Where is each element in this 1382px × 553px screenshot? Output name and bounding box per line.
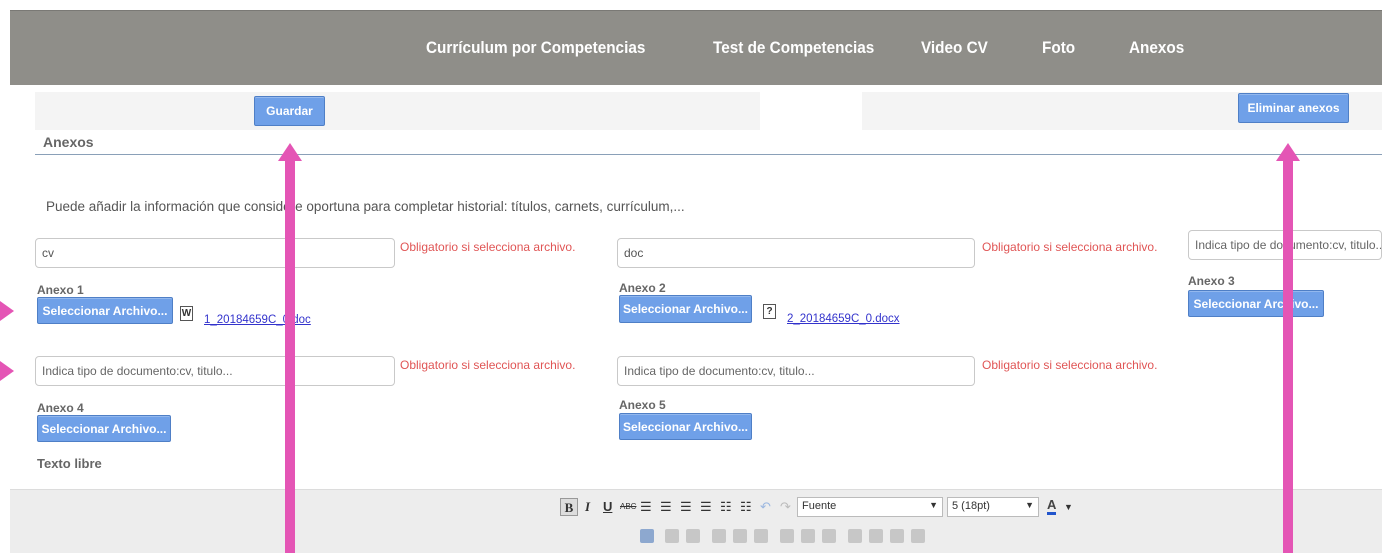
section-title: Anexos xyxy=(43,134,94,150)
annex-2-select-file-button[interactable]: Seleccionar Archivo... xyxy=(619,295,752,323)
arrow-up-icon xyxy=(1276,143,1300,161)
editor-toolbar xyxy=(10,489,1382,553)
arrow-right-icon xyxy=(0,361,14,381)
font-size-value: 5 (18pt) xyxy=(952,500,990,512)
filter-icon[interactable] xyxy=(822,529,836,543)
annex-4-select-file-button[interactable]: Seleccionar Archivo... xyxy=(37,415,171,442)
arrow-up-icon xyxy=(278,143,302,161)
arrow-shaft xyxy=(1283,160,1293,553)
edit-icon[interactable] xyxy=(640,529,654,543)
underline-button[interactable]: U xyxy=(603,498,612,516)
table-icon[interactable] xyxy=(665,529,679,543)
tab-curriculum-competencias[interactable]: Currículum por Competencias xyxy=(426,38,645,58)
bullet-list-icon[interactable]: ☷ xyxy=(720,498,732,516)
power-icon[interactable] xyxy=(801,529,815,543)
font-size-select[interactable]: 5 (18pt) ▼ xyxy=(947,497,1039,517)
annex-5-required-text: Obligatorio si selecciona archivo. xyxy=(982,358,1158,372)
link-icon[interactable] xyxy=(890,529,904,543)
media-icon[interactable] xyxy=(869,529,883,543)
annex-2-required-text: Obligatorio si selecciona archivo. xyxy=(982,240,1158,254)
font-color-button[interactable]: A xyxy=(1047,497,1057,515)
strikethrough-button[interactable]: ABC xyxy=(620,498,636,516)
delete-annexes-button[interactable]: Eliminar anexos xyxy=(1238,93,1349,123)
tab-anexos[interactable]: Anexos xyxy=(1129,38,1184,58)
numbered-list-icon[interactable]: ☷ xyxy=(740,498,752,516)
annex-5-label: Anexo 5 xyxy=(619,398,666,412)
annex-5-select-file-button[interactable]: Seleccionar Archivo... xyxy=(619,413,752,440)
chevron-down-icon: ▼ xyxy=(1025,500,1034,510)
annex-3-select-file-button[interactable]: Seleccionar Archivo... xyxy=(1188,290,1324,317)
align-justify-icon[interactable]: ☰ xyxy=(700,498,712,516)
annex-1-type-input[interactable]: cv xyxy=(35,238,395,268)
font-family-select[interactable]: Fuente ▼ xyxy=(797,497,943,517)
redo-icon[interactable]: ↷ xyxy=(780,498,791,516)
superscript-icon[interactable] xyxy=(712,529,726,543)
arrow-right-icon xyxy=(0,301,14,321)
intro-text: Puede añadir la información que consider… xyxy=(46,199,685,214)
annex-2-label: Anexo 2 xyxy=(619,281,666,295)
free-text-label: Texto libre xyxy=(37,456,102,471)
annex-4-type-input[interactable]: Indica tipo de documento:cv, titulo... xyxy=(35,356,395,386)
tab-video-cv[interactable]: Video CV xyxy=(921,38,988,58)
annex-1-required-text: Obligatorio si selecciona archivo. xyxy=(400,240,576,254)
save-button[interactable]: Guardar xyxy=(254,96,325,126)
annex-4-label: Anexo 4 xyxy=(37,401,84,415)
annex-2-type-input[interactable]: doc xyxy=(617,238,975,268)
action-bar-left xyxy=(35,92,760,130)
annex-1-label: Anexo 1 xyxy=(37,283,84,297)
table-props-icon[interactable] xyxy=(686,529,700,543)
unknown-file-icon: ? xyxy=(763,304,776,319)
annex-4-required-text: Obligatorio si selecciona archivo. xyxy=(400,358,576,372)
chevron-down-icon: ▼ xyxy=(929,500,938,510)
image-icon[interactable] xyxy=(848,529,862,543)
align-right-icon[interactable]: ☰ xyxy=(680,498,692,516)
bold-button[interactable]: B xyxy=(560,498,578,516)
annex-5-type-input[interactable]: Indica tipo de documento:cv, titulo... xyxy=(617,356,975,386)
formula-icon[interactable] xyxy=(780,529,794,543)
unlink-icon[interactable] xyxy=(911,529,925,543)
annex-2-file-link[interactable]: 2_20184659C_0.docx xyxy=(787,313,900,325)
align-left-icon[interactable]: ☰ xyxy=(640,498,652,516)
tab-foto[interactable]: Foto xyxy=(1042,38,1075,58)
italic-button[interactable]: I xyxy=(585,498,590,516)
arrow-shaft xyxy=(285,160,295,553)
font-family-value: Fuente xyxy=(802,500,837,512)
tab-test-competencias[interactable]: Test de Competencias xyxy=(713,38,874,58)
annex-1-select-file-button[interactable]: Seleccionar Archivo... xyxy=(37,297,173,324)
indent-icon[interactable] xyxy=(754,529,768,543)
undo-icon[interactable]: ↶ xyxy=(760,498,771,516)
top-nav: Currículum por Competencias Test de Comp… xyxy=(10,10,1382,85)
subscript-icon[interactable] xyxy=(733,529,747,543)
chevron-down-icon[interactable]: ▼ xyxy=(1064,498,1073,516)
align-center-icon[interactable]: ☰ xyxy=(660,498,672,516)
section-divider xyxy=(35,154,1382,155)
annex-3-label: Anexo 3 xyxy=(1188,274,1235,288)
word-file-icon: W xyxy=(180,306,193,321)
